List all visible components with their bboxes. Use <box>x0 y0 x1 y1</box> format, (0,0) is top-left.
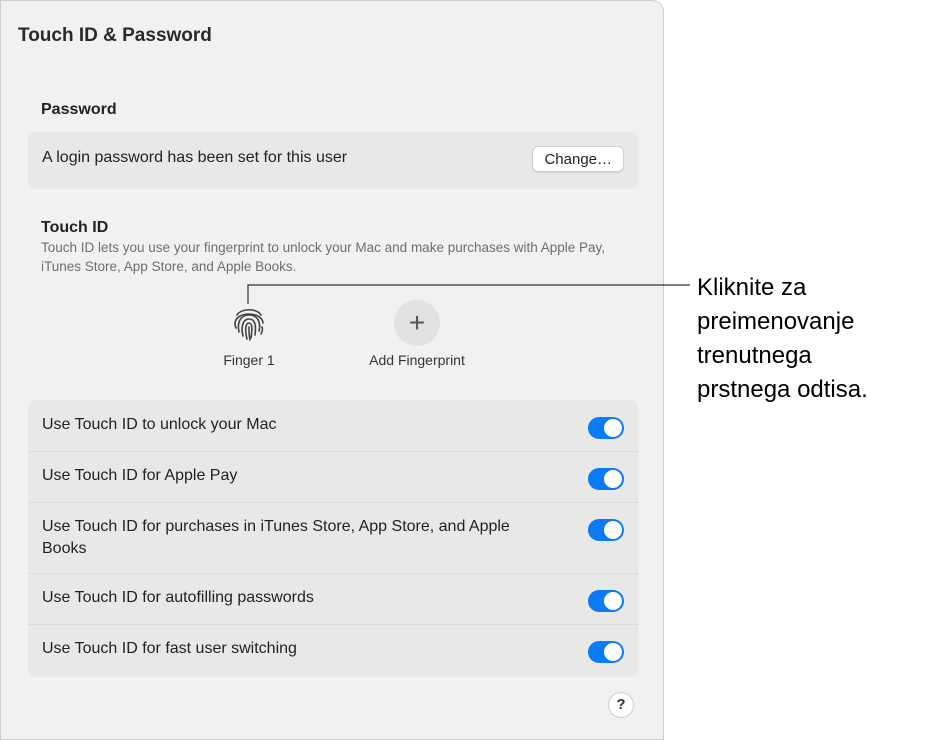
toggle-knob <box>604 643 622 661</box>
add-fingerprint-label: Add Fingerprint <box>369 352 465 368</box>
toggle-knob <box>604 470 622 488</box>
touchid-description: Touch ID lets you use your fingerprint t… <box>41 240 606 274</box>
option-label: Use Touch ID for purchases in iTunes Sto… <box>42 518 510 557</box>
callout-line: prstnega odtisa. <box>697 376 868 403</box>
option-label: Use Touch ID for autofilling passwords <box>42 589 314 606</box>
password-status-text: A login password has been set for this u… <box>42 149 348 166</box>
settings-window: Touch ID & Password Password A login pas… <box>0 0 664 740</box>
option-row-autofill: Use Touch ID for autofilling passwords <box>28 573 638 625</box>
option-row-apple-pay: Use Touch ID for Apple Pay <box>28 451 638 503</box>
touchid-heading: Touch ID <box>41 219 109 236</box>
callout-line: preimenovanje <box>697 308 855 335</box>
option-row-unlock: Use Touch ID to unlock your Mac <box>28 400 638 452</box>
fingerprint-finger-1[interactable]: Finger 1 <box>209 300 289 368</box>
change-password-button[interactable]: Change… <box>532 146 624 172</box>
option-label: Use Touch ID to unlock your Mac <box>42 416 277 433</box>
option-row-purchases: Use Touch ID for purchases in iTunes Sto… <box>28 502 638 574</box>
password-heading: Password <box>41 101 117 118</box>
window-title: Touch ID & Password <box>18 25 212 46</box>
callout-text: Kliknite za preimenovanje trenutnega prs… <box>697 271 927 407</box>
help-button[interactable]: ? <box>608 692 634 718</box>
touchid-options-card: Use Touch ID to unlock your Mac Use Touc… <box>28 400 638 677</box>
purchases-toggle[interactable] <box>588 519 624 541</box>
add-fingerprint-button[interactable]: + Add Fingerprint <box>357 300 477 368</box>
autofill-passwords-toggle[interactable] <box>588 590 624 612</box>
fast-user-switching-toggle[interactable] <box>588 641 624 663</box>
password-card: A login password has been set for this u… <box>28 132 638 189</box>
apple-pay-toggle[interactable] <box>588 468 624 490</box>
option-label: Use Touch ID for fast user switching <box>42 640 297 657</box>
callout-line: trenutnega <box>697 342 812 369</box>
toggle-knob <box>604 521 622 539</box>
fingerprint-icon <box>226 300 272 346</box>
callout-line: Kliknite za <box>697 274 807 301</box>
plus-icon: + <box>394 300 440 346</box>
toggle-knob <box>604 592 622 610</box>
option-label: Use Touch ID for Apple Pay <box>42 467 238 484</box>
toggle-knob <box>604 419 622 437</box>
fingerprint-label: Finger 1 <box>223 352 275 368</box>
unlock-mac-toggle[interactable] <box>588 417 624 439</box>
option-row-fast-switch: Use Touch ID for fast user switching <box>28 624 638 677</box>
